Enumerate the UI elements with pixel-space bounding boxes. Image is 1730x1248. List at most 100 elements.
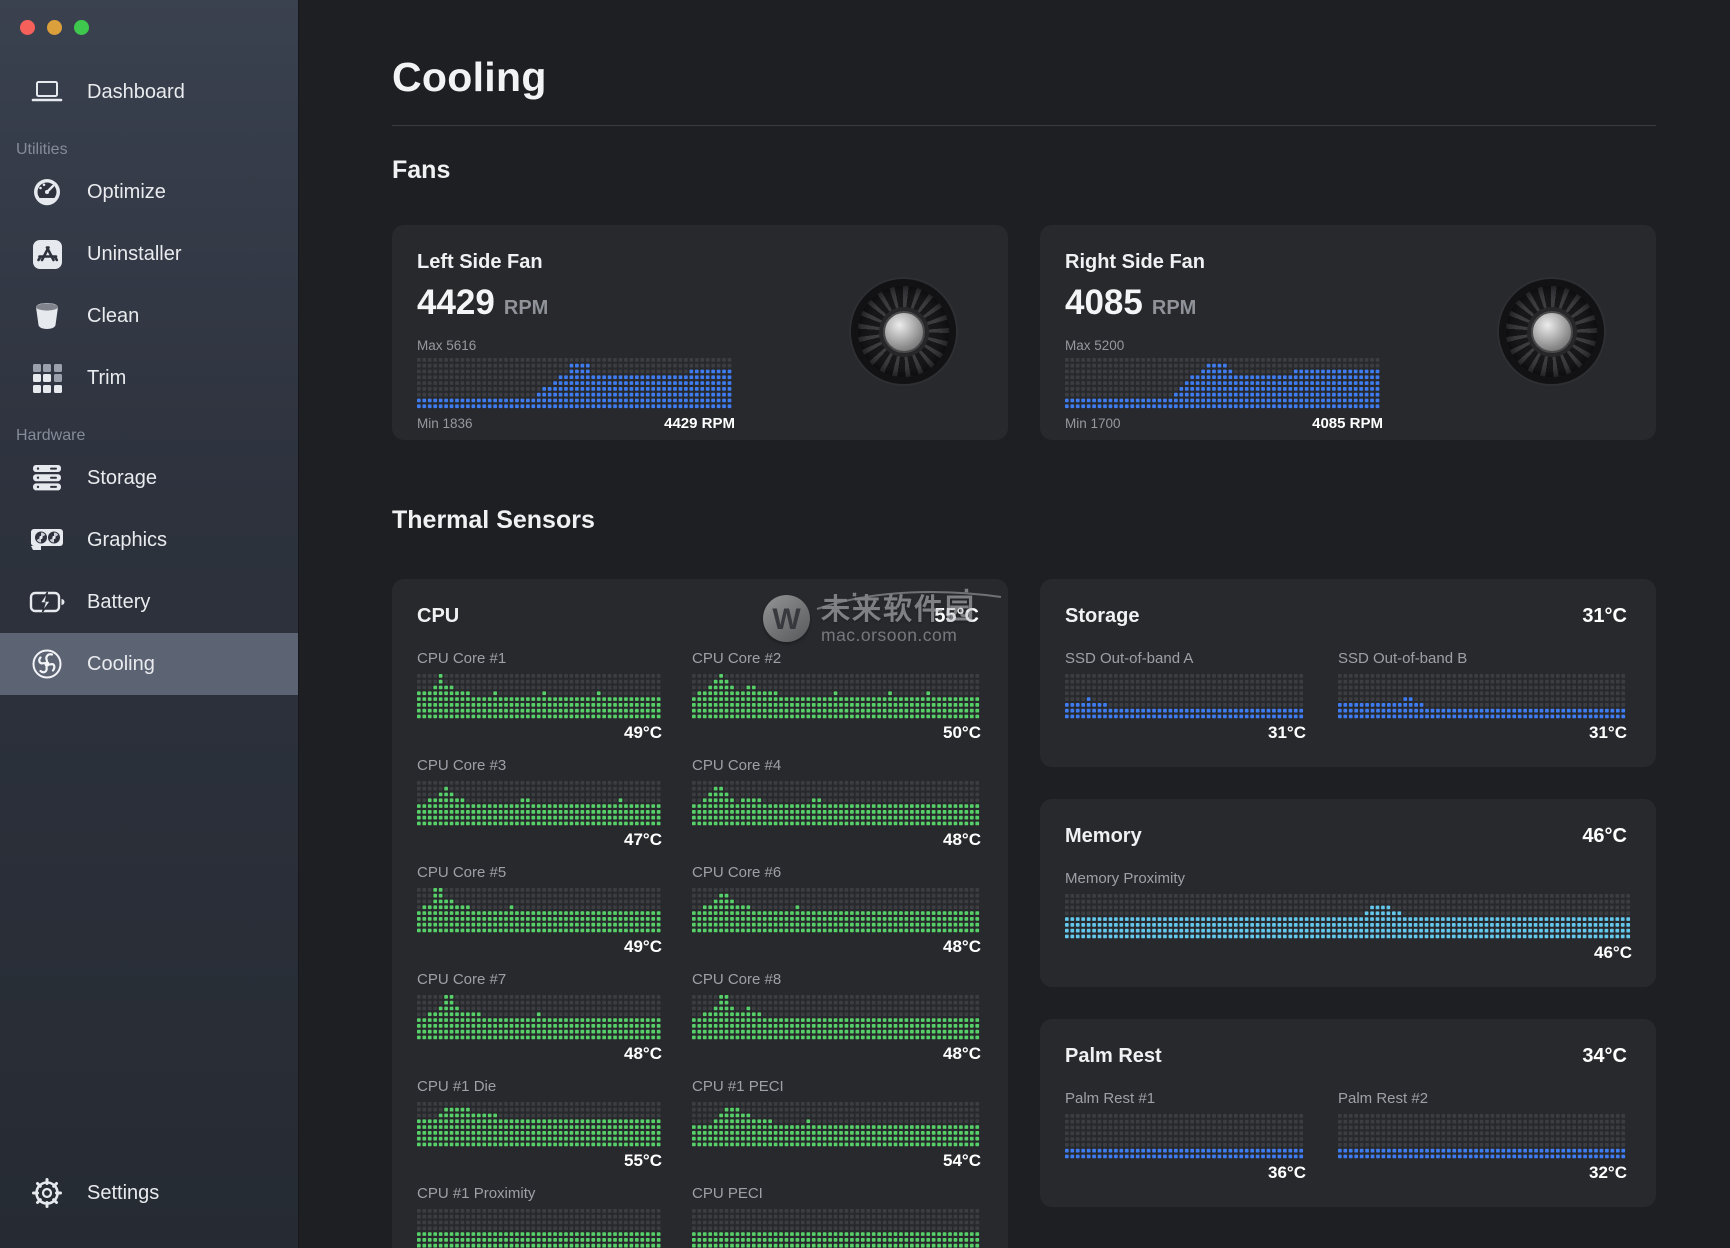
palm-rest-card-title: Palm Rest [1065, 1045, 1162, 1068]
sensor-item: CPU #1 Die 55°C [417, 1078, 662, 1171]
sensor-history-chart [417, 781, 662, 827]
fan-card-left: Left Side Fan 4429 RPM Max 5616 Min 1836… [392, 225, 1008, 440]
sensor-item: CPU #1 Proximity [417, 1185, 662, 1248]
fan-min-label: Min 1836 [417, 416, 473, 431]
sensor-label: Memory Proximity [1065, 870, 1632, 887]
sensor-history-chart [417, 995, 662, 1041]
sensor-value: 31°C [1065, 723, 1306, 743]
sidebar-item-label: Trim [87, 367, 126, 390]
thermal-section-heading: Thermal Sensors [392, 506, 1656, 535]
fan-current-label: 4429 RPM [664, 415, 735, 432]
sensor-label: CPU Core #6 [692, 864, 981, 881]
close-button[interactable] [20, 20, 35, 35]
sidebar-item-dashboard[interactable]: Dashboard [0, 61, 298, 123]
sensor-item: CPU Core #4 48°C [692, 757, 981, 850]
sidebar-item-cooling[interactable]: Cooling [0, 633, 298, 695]
sensor-label: CPU Core #5 [417, 864, 662, 881]
sidebar-section-hardware: Hardware [16, 427, 298, 445]
sensor-history-chart [1065, 674, 1306, 720]
sidebar-item-label: Uninstaller [87, 243, 181, 266]
sensor-label: CPU Core #8 [692, 971, 981, 988]
storage-sensor-grid: SSD Out-of-band A 31°C SSD Out-of-band B… [1065, 650, 1627, 743]
storage-card-temp: 31°C [1582, 605, 1627, 628]
sensor-value: 48°C [692, 1044, 981, 1064]
sidebar-item-clean[interactable]: Clean [0, 285, 298, 347]
sidebar-item-label: Settings [87, 1182, 159, 1205]
sensor-value: 54°C [692, 1151, 981, 1171]
sensor-label: CPU Core #2 [692, 650, 981, 667]
sensor-value: 50°C [692, 723, 981, 743]
sensor-history-chart [692, 995, 981, 1041]
sensor-label: CPU Core #4 [692, 757, 981, 774]
sensor-item: SSD Out-of-band B 31°C [1338, 650, 1627, 743]
fan-card-right: Right Side Fan 4085 RPM Max 5200 Min 170… [1040, 225, 1656, 440]
storage-card: Storage 31°C SSD Out-of-band A 31°C SSD … [1040, 579, 1656, 767]
sensor-item: CPU Core #5 49°C [417, 864, 662, 957]
zoom-button[interactable] [74, 20, 89, 35]
sensor-label: SSD Out-of-band B [1338, 650, 1627, 667]
sidebar-item-trim[interactable]: Trim [0, 347, 298, 409]
cpu-card-title: CPU [417, 605, 459, 628]
memory-card-title: Memory [1065, 825, 1142, 848]
sensor-history-chart [417, 888, 662, 934]
fan-rpm-unit: RPM [504, 297, 548, 320]
sensor-value: 36°C [1065, 1163, 1306, 1183]
laptop-icon [28, 80, 66, 104]
sensor-value: 48°C [692, 937, 981, 957]
fan-name: Left Side Fan [417, 251, 979, 274]
sensor-item: CPU Core #8 48°C [692, 971, 981, 1064]
sensor-label: CPU Core #3 [417, 757, 662, 774]
sensor-item: CPU Core #7 48°C [417, 971, 662, 1064]
gauge-icon [28, 176, 66, 208]
fan-image [1499, 279, 1604, 384]
sidebar-item-battery[interactable]: Battery [0, 571, 298, 633]
sensor-value: 46°C [1065, 943, 1632, 963]
battery-icon [28, 590, 66, 614]
palm-rest-card-temp: 34°C [1582, 1045, 1627, 1068]
fan-icon [28, 648, 66, 680]
gpu-icon [28, 527, 66, 553]
sidebar-item-label: Optimize [87, 181, 166, 204]
fan-rpm-unit: RPM [1152, 297, 1196, 320]
minimize-button[interactable] [47, 20, 62, 35]
sensor-history-chart [1065, 1114, 1306, 1160]
sidebar-item-label: Battery [87, 591, 150, 614]
sensor-history-chart [1338, 1114, 1627, 1160]
palm-rest-card: Palm Rest 34°C Palm Rest #1 36°C Palm Re… [1040, 1019, 1656, 1207]
sensor-item: CPU PECI [692, 1185, 981, 1248]
sidebar-item-optimize[interactable]: Optimize [0, 161, 298, 223]
sensor-history-chart [1065, 894, 1632, 940]
sensor-item: CPU Core #1 49°C [417, 650, 662, 743]
memory-card-temp: 46°C [1582, 825, 1627, 848]
sensor-label: SSD Out-of-band A [1065, 650, 1306, 667]
sensor-item: CPU #1 PECI 54°C [692, 1078, 981, 1171]
fan-min-label: Min 1700 [1065, 416, 1121, 431]
sensor-label: CPU #1 Die [417, 1078, 662, 1095]
sensor-history-chart [417, 674, 662, 720]
fan-current-label: 4085 RPM [1312, 415, 1383, 432]
sidebar-item-label: Dashboard [87, 81, 185, 104]
page-title: Cooling [392, 54, 1656, 101]
sensor-history-chart [692, 888, 981, 934]
sensor-history-chart [692, 1209, 981, 1248]
sensor-value: 55°C [417, 1151, 662, 1171]
sensor-history-chart [692, 781, 981, 827]
sidebar-item-storage[interactable]: Storage [0, 447, 298, 509]
sensor-history-chart [417, 1209, 662, 1248]
palm-rest-sensor-grid: Palm Rest #1 36°C Palm Rest #2 32°C [1065, 1090, 1627, 1183]
sidebar-item-uninstaller[interactable]: Uninstaller [0, 223, 298, 285]
memory-sensor-grid: Memory Proximity 46°C [1065, 870, 1627, 963]
sidebar-item-label: Clean [87, 305, 139, 328]
fan-name: Right Side Fan [1065, 251, 1627, 274]
fan-rpm-value: 4429 [417, 283, 495, 323]
sensor-value: 49°C [417, 937, 662, 957]
sensor-history-chart [1338, 674, 1627, 720]
sensor-value: 49°C [417, 723, 662, 743]
sensor-history-chart [692, 674, 981, 720]
sensor-label: CPU #1 PECI [692, 1078, 981, 1095]
sidebar-item-settings[interactable]: Settings [0, 1162, 298, 1224]
sensor-item: Palm Rest #2 32°C [1338, 1090, 1627, 1183]
sidebar-item-graphics[interactable]: Graphics [0, 509, 298, 571]
sensor-item: Palm Rest #1 36°C [1065, 1090, 1306, 1183]
sensor-label: CPU Core #1 [417, 650, 662, 667]
